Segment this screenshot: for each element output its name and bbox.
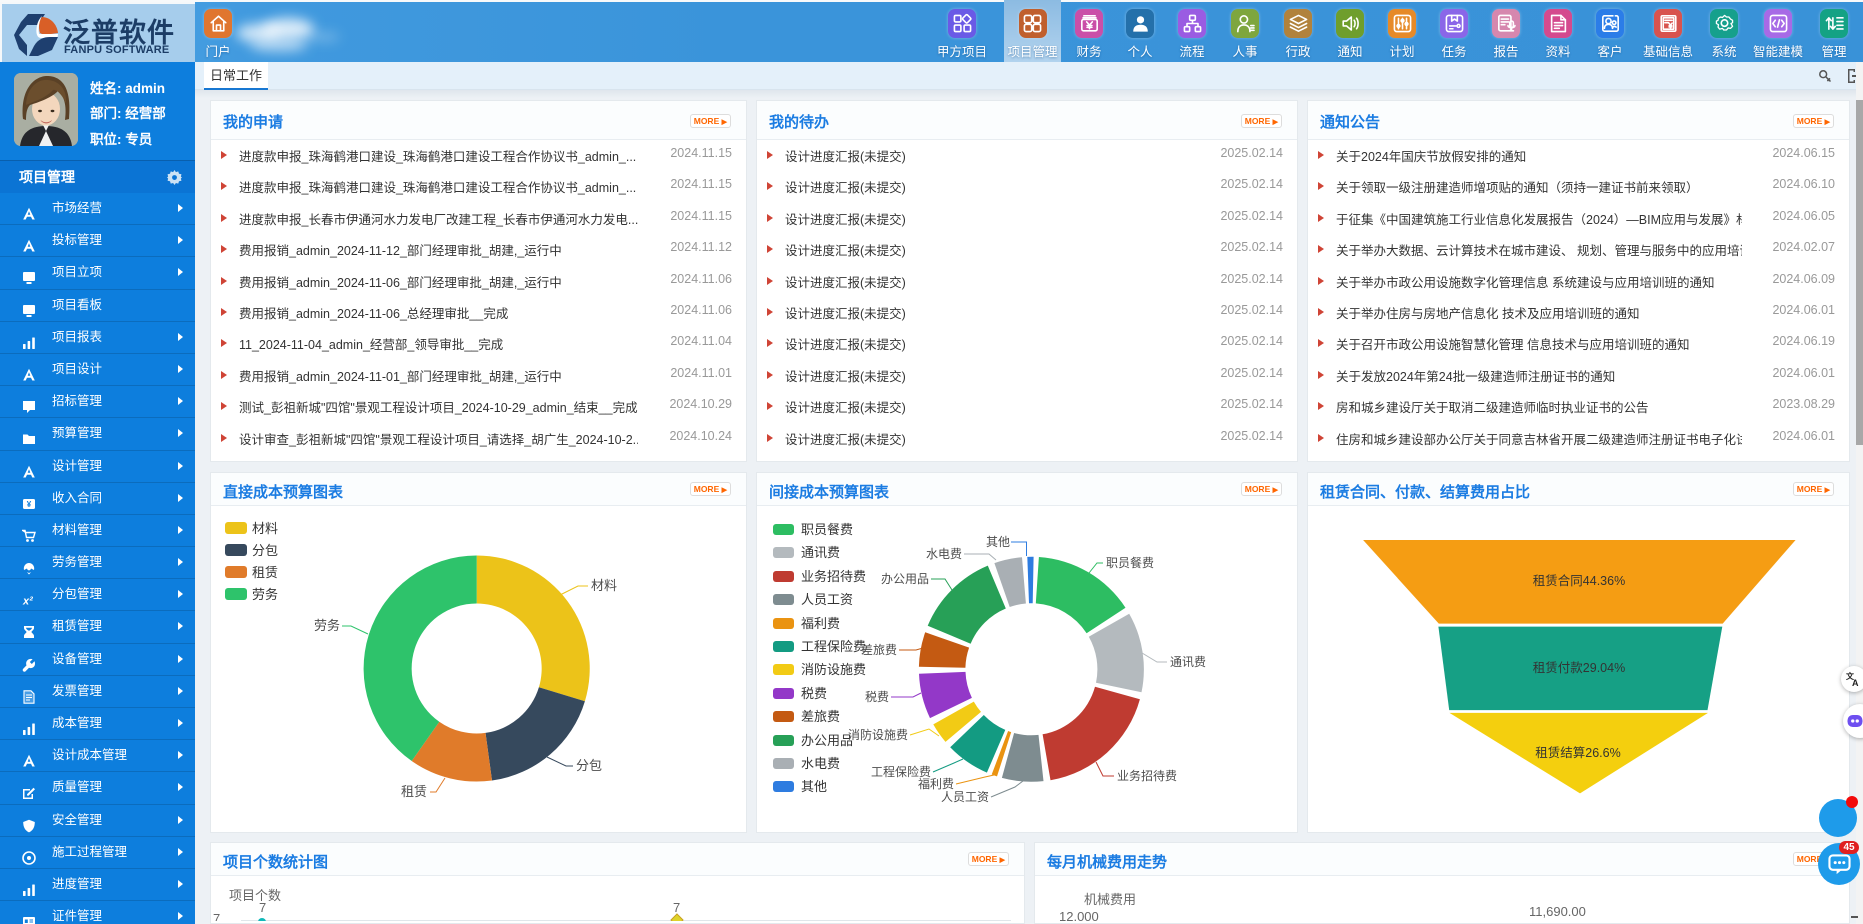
svg-text:通讯费: 通讯费	[801, 545, 840, 560]
svg-text:分包: 分包	[252, 543, 278, 558]
svg-text:7: 7	[259, 900, 266, 915]
svg-text:业务招待费: 业务招待费	[1117, 768, 1177, 783]
svg-text:¥: ¥	[27, 500, 32, 509]
svg-text:租赁付款29.04%: 租赁付款29.04%	[1533, 661, 1625, 675]
svg-text:福利费: 福利费	[918, 776, 954, 791]
svg-text:办公用品: 办公用品	[801, 733, 853, 748]
svg-text:材料: 材料	[591, 578, 617, 593]
svg-text:其他: 其他	[986, 535, 1010, 549]
svg-text:机械费用: 机械费用	[1084, 892, 1136, 907]
svg-text:人员工资: 人员工资	[801, 592, 853, 607]
svg-text:职员餐费: 职员餐费	[1106, 555, 1154, 570]
svg-text:消防设施费: 消防设施费	[801, 662, 866, 677]
svg-text:水电费: 水电费	[801, 756, 840, 771]
svg-text:租赁: 租赁	[401, 784, 427, 799]
svg-text:11,690.00: 11,690.00	[1529, 904, 1586, 919]
svg-text:税费: 税费	[801, 686, 827, 701]
svg-text:x²: x²	[22, 596, 33, 608]
svg-text:租赁: 租赁	[252, 565, 278, 580]
svg-text:差旅费: 差旅费	[801, 709, 840, 724]
svg-text:租赁结算26.6%: 租赁结算26.6%	[1535, 745, 1620, 760]
svg-text:项目个数: 项目个数	[229, 888, 281, 903]
svg-text:通讯费: 通讯费	[1170, 655, 1206, 669]
svg-text:材料: 材料	[252, 521, 278, 536]
svg-text:差旅费: 差旅费	[861, 643, 897, 657]
svg-text:劳务: 劳务	[314, 618, 340, 633]
svg-text:分包: 分包	[576, 758, 602, 773]
svg-text:人员工资: 人员工资	[941, 790, 989, 804]
svg-text:福利费: 福利费	[801, 616, 840, 631]
svg-text:职员餐费: 职员餐费	[801, 522, 853, 537]
svg-text:税费: 税费	[865, 690, 889, 704]
svg-text:7: 7	[673, 900, 680, 915]
svg-text:A: A	[1852, 678, 1859, 687]
svg-text:租赁合同44.36%: 租赁合同44.36%	[1533, 573, 1625, 588]
svg-text:业务招待费: 业务招待费	[801, 569, 866, 584]
svg-text:办公用品: 办公用品	[881, 571, 929, 586]
svg-text:其他: 其他	[801, 779, 827, 794]
svg-text:工程保险费: 工程保险费	[801, 639, 866, 654]
svg-text:水电费: 水电费	[926, 547, 962, 561]
svg-text:消防设施费: 消防设施费	[848, 727, 908, 742]
svg-text:12,000: 12,000	[1059, 909, 1099, 921]
svg-text:劳务: 劳务	[252, 587, 278, 602]
svg-text:7: 7	[213, 911, 220, 921]
